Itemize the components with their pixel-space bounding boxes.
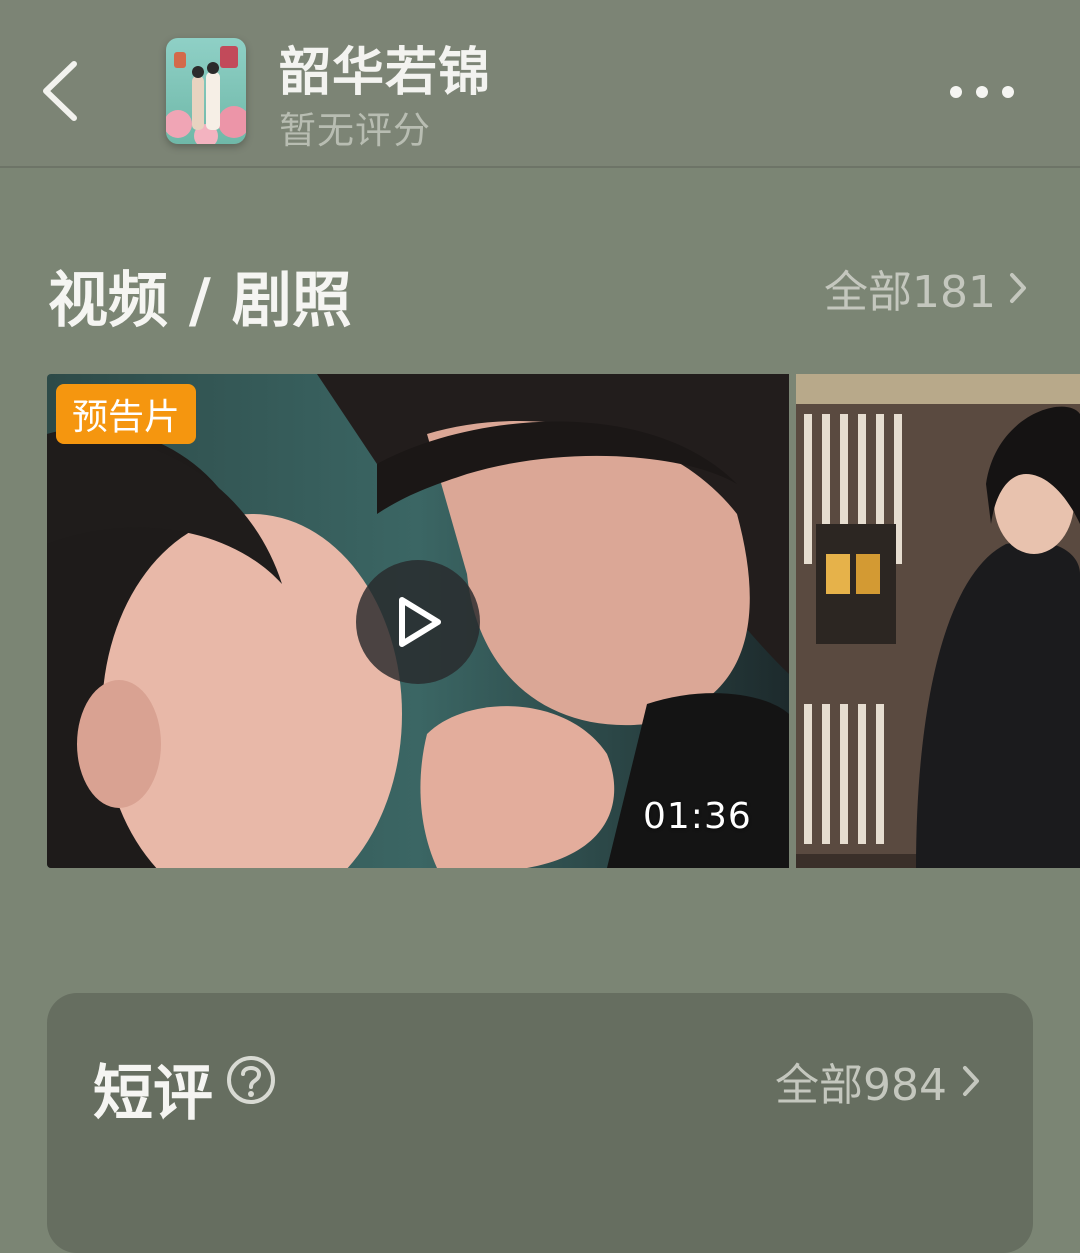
play-icon: [399, 597, 441, 647]
more-options-button[interactable]: [940, 72, 1024, 112]
reviews-see-all-link[interactable]: 全部984: [775, 1051, 981, 1111]
chevron-right-icon: [1010, 273, 1026, 303]
question-circle-icon[interactable]: [225, 1054, 277, 1106]
play-button[interactable]: [356, 560, 480, 684]
drama-title: 韶华若锦: [279, 43, 492, 103]
drama-poster-thumbnail[interactable]: [166, 38, 246, 144]
rating-status: 暂无评分: [279, 109, 431, 152]
back-button[interactable]: [36, 56, 92, 126]
chevron-right-icon: [963, 1066, 979, 1096]
media-gallery: 预告片 01:36: [47, 374, 1080, 868]
media-see-all-link[interactable]: 全部181: [824, 258, 1028, 318]
more-horizontal-icon: [950, 86, 1014, 98]
top-bar: 韶华若锦 暂无评分: [0, 0, 1080, 168]
review-count-label: 全部984: [775, 1060, 947, 1111]
video-duration: 01:36: [643, 796, 752, 837]
still-photo-thumbnail: [796, 374, 1080, 868]
media-count-label: 全部181: [824, 267, 996, 318]
media-section-title: 视频 / 剧照: [48, 266, 352, 336]
still-photo-card[interactable]: [796, 374, 1080, 868]
trailer-video-card[interactable]: 预告片 01:36: [47, 374, 789, 868]
chevron-left-icon: [43, 61, 77, 121]
trailer-badge: 预告片: [56, 384, 197, 444]
short-review-title: 短评: [93, 1059, 213, 1129]
short-review-card: 短评 全部984: [47, 993, 1033, 1253]
